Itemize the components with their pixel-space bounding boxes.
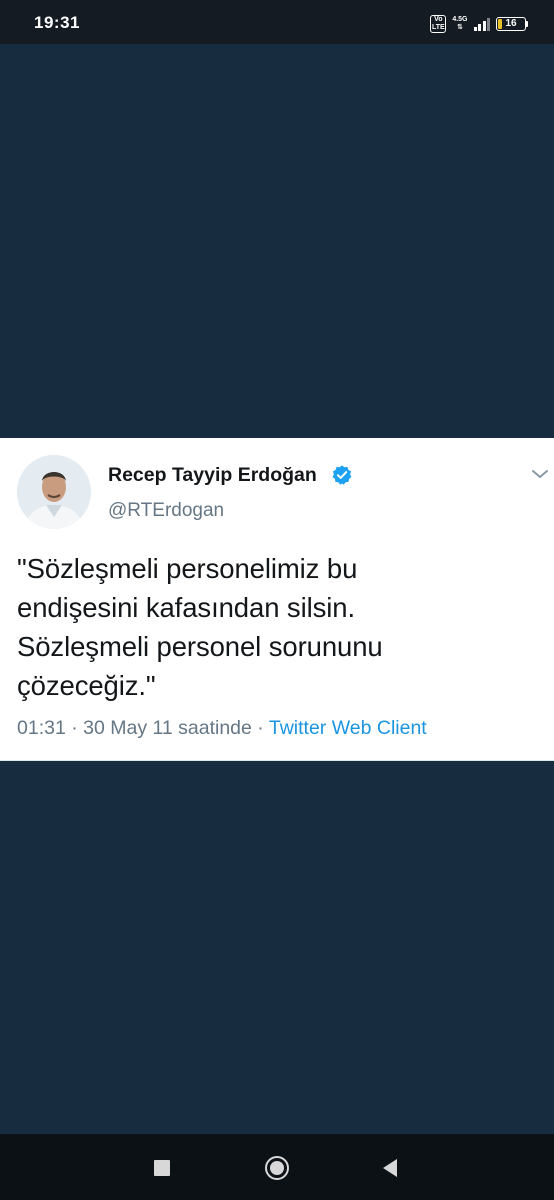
battery-icon: 16	[496, 17, 528, 31]
status-time: 19:31	[34, 13, 80, 32]
tweet-text-line: endişesini kafasından silsin.	[17, 592, 355, 623]
battery-level: 16	[505, 18, 517, 29]
avatar[interactable]	[17, 455, 91, 529]
circle-icon[interactable]	[265, 1156, 289, 1180]
triangle-back-icon[interactable]	[381, 1158, 399, 1178]
divider	[0, 760, 554, 761]
tweet-timestamp[interactable]: 01:31 · 30 May 11 saatinde ·	[17, 717, 269, 739]
navigation-bar	[0, 1134, 554, 1200]
tweet-text: "Sözleşmeli personelimiz bu endişesini k…	[17, 549, 527, 705]
tweet-text-line: "Sözleşmeli personelimiz bu	[17, 553, 358, 584]
chevron-down-icon[interactable]	[531, 468, 549, 480]
tweet-client-link[interactable]: Twitter Web Client	[269, 717, 427, 739]
data-arrows-icon: ⇅	[456, 24, 463, 31]
tweet-meta: 01:31 · 30 May 11 saatinde · Twitter Web…	[17, 717, 427, 740]
volte-icon: Vo LTE	[430, 15, 447, 33]
author-handle[interactable]: @RTErdogan	[108, 500, 224, 522]
tweet-card[interactable]: Recep Tayyip Erdoğan @RTErdogan "Sözleşm…	[0, 438, 554, 761]
verified-badge-icon	[332, 465, 352, 485]
signal-strength-icon	[473, 17, 490, 31]
network-type-label: 4.5G	[452, 16, 468, 23]
battery-fill	[498, 19, 502, 29]
status-icons: Vo LTE 4.5G ⇅ 16	[430, 14, 528, 34]
avatar-image	[17, 455, 91, 529]
square-icon[interactable]	[154, 1160, 170, 1176]
author-name[interactable]: Recep Tayyip Erdoğan	[108, 464, 317, 487]
tweet-text-line: çözeceğiz."	[17, 670, 156, 701]
tweet-text-line: Sözleşmeli personel sorununu	[17, 631, 383, 662]
status-bar: 19:31 Vo LTE 4.5G ⇅ 16	[0, 0, 554, 44]
network-indicator: 4.5G ⇅	[452, 16, 467, 32]
